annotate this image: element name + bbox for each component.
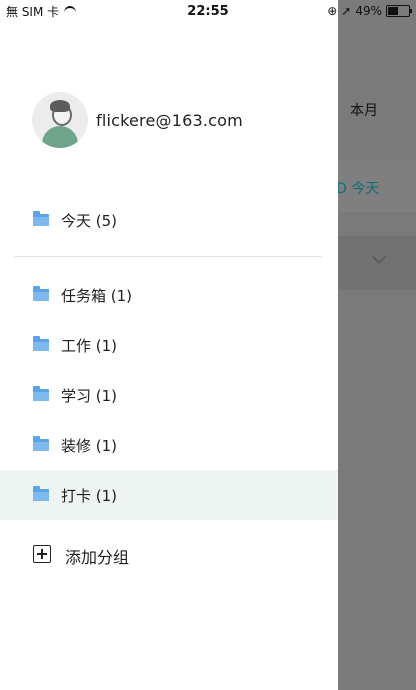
drawer-item-label: 任务箱 (1) — [61, 286, 133, 305]
status-time: 22:55 — [187, 3, 229, 19]
drawer-item-label: 装修 (1) — [61, 436, 118, 455]
drawer-item-group[interactable]: 任务箱 (1) — [0, 270, 338, 320]
divider — [14, 256, 322, 257]
drawer-item-group[interactable]: 装修 (1) — [0, 420, 338, 470]
status-bar: 無 SIM 卡 22:55 ⊕ ➚ 49% — [0, 0, 416, 22]
drawer-item-group[interactable]: 工作 (1) — [0, 320, 338, 370]
add-group-label: 添加分组 — [65, 548, 130, 567]
battery-fill — [388, 7, 398, 15]
drawer-item-group[interactable]: 学习 (1) — [0, 370, 338, 420]
folder-icon — [33, 486, 49, 501]
background-today-label: D 今天 — [336, 181, 380, 197]
wifi-icon — [63, 6, 77, 16]
drawer-item-label: 学习 (1) — [61, 386, 118, 405]
folder-icon — [33, 386, 49, 401]
status-left: 無 SIM 卡 — [6, 3, 77, 20]
folder-icon — [33, 211, 49, 226]
side-drawer: flickere@163.com 今天 (5) 任务箱 (1) 工作 (1) 学… — [0, 0, 338, 690]
battery-icon — [386, 5, 412, 17]
avatar-body — [42, 126, 78, 148]
profile-email: flickere@163.com — [96, 110, 243, 130]
battery-percent: 49% — [355, 4, 382, 18]
drawer-item-label: 今天 (5) — [61, 211, 118, 230]
drawer-item-label: 工作 (1) — [61, 336, 118, 355]
drawer-item-label: 打卡 (1) — [61, 486, 118, 505]
orientation-lock-icon: ⊕ — [327, 4, 338, 18]
avatar-hair — [50, 100, 70, 112]
avatar[interactable] — [32, 92, 88, 148]
drawer-item-today[interactable]: 今天 (5) — [0, 195, 338, 245]
background-month-label: 本月 — [350, 103, 378, 119]
status-right: ⊕ ➚ 49% — [327, 4, 412, 18]
carrier-label: 無 SIM 卡 — [6, 4, 60, 19]
add-square-icon — [33, 545, 51, 563]
folder-icon — [33, 436, 49, 451]
drawer-item-group-selected[interactable]: 打卡 (1) — [0, 470, 338, 520]
add-group-button[interactable]: 添加分组 — [0, 530, 338, 580]
folder-icon — [33, 336, 49, 351]
profile[interactable]: flickere@163.com — [32, 92, 243, 148]
location-icon: ➚ — [341, 4, 352, 18]
folder-icon — [33, 286, 49, 301]
